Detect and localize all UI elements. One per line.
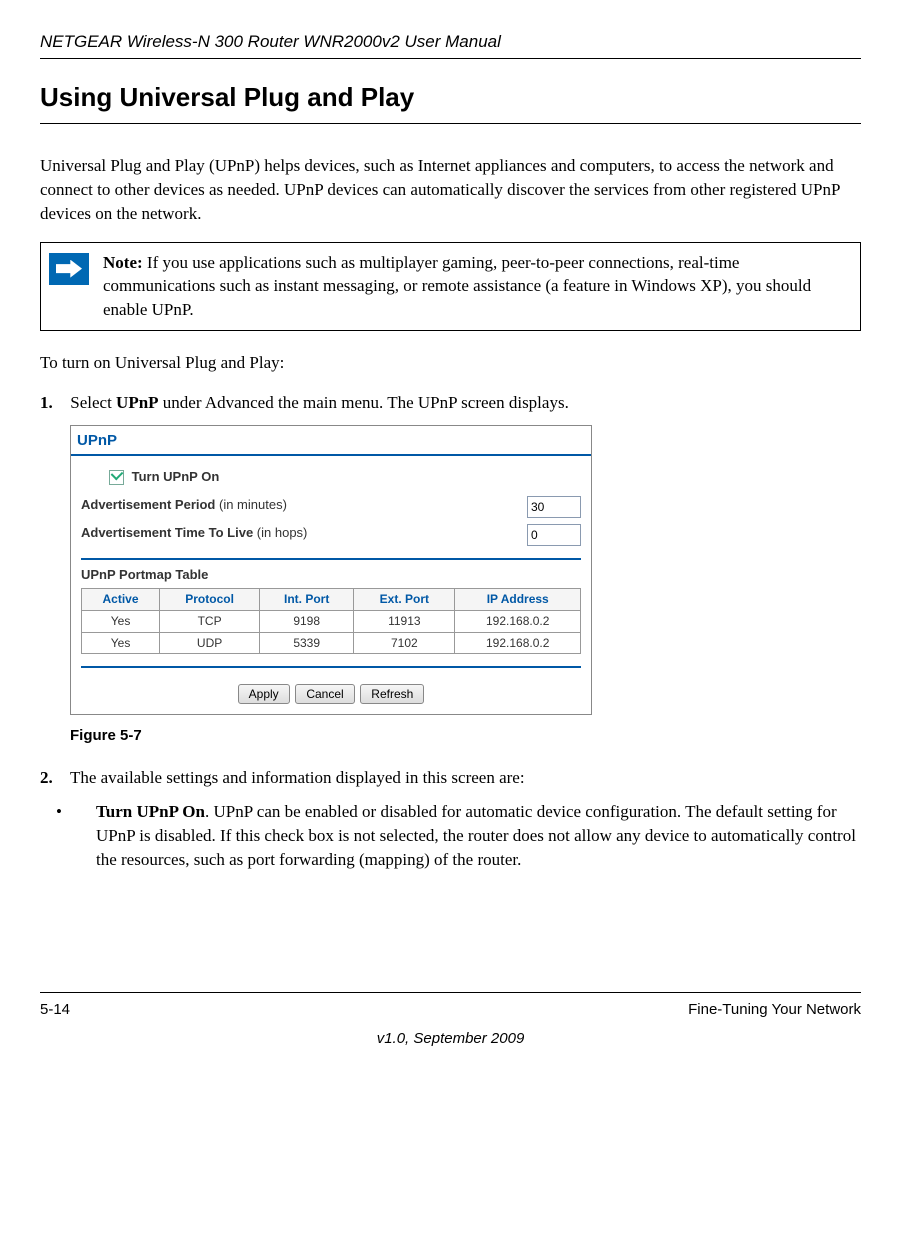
cell-ip: 192.168.0.2 xyxy=(455,610,581,632)
cancel-button[interactable]: Cancel xyxy=(295,684,354,704)
note-box: Note: If you use applications such as mu… xyxy=(40,242,861,331)
document-header-title: NETGEAR Wireless-N 300 Router WNR2000v2 … xyxy=(40,30,861,54)
cell-ip: 192.168.0.2 xyxy=(455,632,581,654)
section-heading: Using Universal Plug and Play xyxy=(40,79,861,115)
col-protocol: Protocol xyxy=(160,588,260,610)
footer-chapter: Fine-Tuning Your Network xyxy=(688,999,861,1020)
step-1: 1. Select UPnP under Advanced the main m… xyxy=(40,391,861,415)
upnp-divider xyxy=(81,558,581,560)
figure-label: Figure 5-7 xyxy=(70,725,861,746)
procedure-intro: To turn on Universal Plug and Play: xyxy=(40,351,861,375)
cell-intport: 5339 xyxy=(260,632,354,654)
footer-page-number: 5-14 xyxy=(40,999,70,1020)
upnp-screenshot: UPnP Turn UPnP On Advertisement Period (… xyxy=(70,425,592,716)
turn-upnp-on-checkbox[interactable] xyxy=(109,470,124,485)
adv-ttl-input[interactable] xyxy=(527,524,581,546)
cell-protocol: TCP xyxy=(160,610,260,632)
cell-extport: 7102 xyxy=(354,632,455,654)
adv-period-row: Advertisement Period (in minutes) xyxy=(81,496,581,518)
bullet-item: •Turn UPnP On. UPnP can be enabled or di… xyxy=(96,800,861,871)
bullet-text: . UPnP can be enabled or disabled for au… xyxy=(96,802,856,869)
upnp-divider-2 xyxy=(81,666,581,668)
adv-ttl-label: Advertisement Time To Live xyxy=(81,525,253,540)
bullet-bold: Turn UPnP On xyxy=(96,802,205,821)
note-body: If you use applications such as multipla… xyxy=(103,253,811,320)
adv-period-input[interactable] xyxy=(527,496,581,518)
col-active: Active xyxy=(82,588,160,610)
turn-upnp-on-row: Turn UPnP On xyxy=(109,468,581,486)
cell-active: Yes xyxy=(82,632,160,654)
intro-paragraph: Universal Plug and Play (UPnP) helps dev… xyxy=(40,154,861,225)
portmap-table-label: UPnP Portmap Table xyxy=(81,566,581,584)
step-1-post: under Advanced the main menu. The UPnP s… xyxy=(159,393,569,412)
adv-ttl-hint: (in hops) xyxy=(253,525,307,540)
refresh-button[interactable]: Refresh xyxy=(360,684,424,704)
cell-extport: 11913 xyxy=(354,610,455,632)
cell-protocol: UDP xyxy=(160,632,260,654)
step-1-bold: UPnP xyxy=(116,393,159,412)
step-2-text: The available settings and information d… xyxy=(70,768,525,787)
bullet-dot-icon: • xyxy=(76,800,96,824)
step-2-number: 2. xyxy=(40,766,66,790)
step-2: 2. The available settings and informatio… xyxy=(40,766,861,790)
note-arrow-icon xyxy=(49,253,89,285)
upnp-panel-title: UPnP xyxy=(71,426,591,456)
col-extport: Ext. Port xyxy=(354,588,455,610)
footer-version: v1.0, September 2009 xyxy=(40,1028,861,1049)
table-header-row: Active Protocol Int. Port Ext. Port IP A… xyxy=(82,588,581,610)
step-1-number: 1. xyxy=(40,391,66,415)
footer-rule xyxy=(40,992,861,993)
button-row: Apply Cancel Refresh xyxy=(81,678,581,704)
adv-ttl-row: Advertisement Time To Live (in hops) xyxy=(81,524,581,546)
col-intport: Int. Port xyxy=(260,588,354,610)
heading-rule xyxy=(40,123,861,124)
adv-period-label: Advertisement Period xyxy=(81,497,215,512)
portmap-table: Active Protocol Int. Port Ext. Port IP A… xyxy=(81,588,581,654)
apply-button[interactable]: Apply xyxy=(238,684,290,704)
table-row: Yes UDP 5339 7102 192.168.0.2 xyxy=(82,632,581,654)
step-1-pre: Select xyxy=(70,393,116,412)
cell-intport: 9198 xyxy=(260,610,354,632)
adv-period-hint: (in minutes) xyxy=(215,497,287,512)
turn-upnp-on-label: Turn UPnP On xyxy=(132,469,220,484)
note-label: Note: xyxy=(103,253,143,272)
table-row: Yes TCP 9198 11913 192.168.0.2 xyxy=(82,610,581,632)
note-text: Note: If you use applications such as mu… xyxy=(99,243,860,330)
cell-active: Yes xyxy=(82,610,160,632)
page-footer: 5-14 Fine-Tuning Your Network v1.0, Sept… xyxy=(40,992,861,1049)
col-ip: IP Address xyxy=(455,588,581,610)
header-rule xyxy=(40,58,861,59)
